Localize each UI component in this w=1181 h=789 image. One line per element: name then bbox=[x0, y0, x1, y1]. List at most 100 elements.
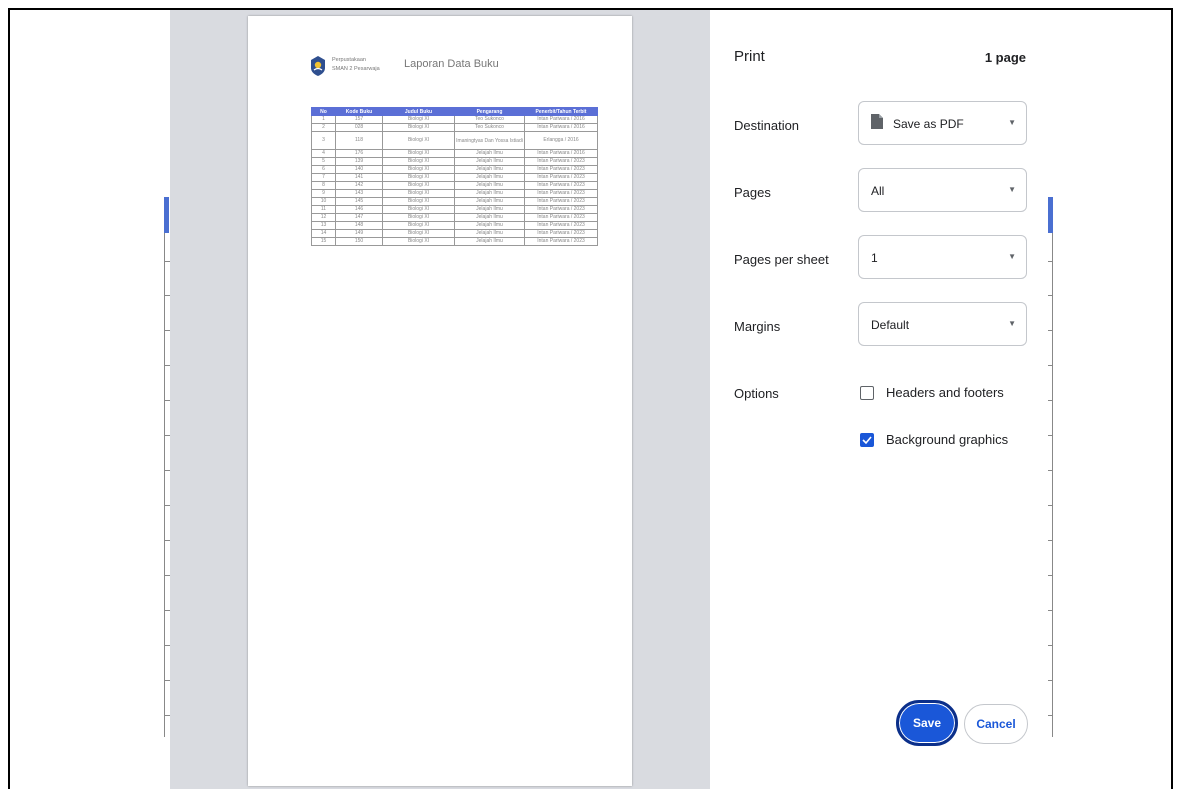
table-cell: 148 bbox=[335, 221, 383, 230]
table-cell: Biologi XI bbox=[382, 237, 455, 246]
table-cell: 3 bbox=[311, 131, 336, 150]
margins-select[interactable]: Default ▼ bbox=[858, 302, 1027, 346]
table-cell: 176 bbox=[335, 149, 383, 158]
pages-label: Pages bbox=[734, 185, 771, 200]
panel-title: Print bbox=[734, 48, 765, 65]
table-cell: 149 bbox=[335, 229, 383, 238]
table-cell: Intan Pariwara / 2016 bbox=[524, 123, 598, 132]
background-app-right-edge bbox=[1046, 197, 1053, 737]
table-cell: 146 bbox=[335, 205, 383, 214]
table-cell: Jelajah Ilmu bbox=[454, 213, 525, 222]
table-cell: Biologi XI bbox=[382, 115, 455, 124]
background-accent-bar bbox=[164, 197, 169, 233]
pages-select[interactable]: All ▼ bbox=[858, 168, 1027, 212]
table-cell: 9 bbox=[311, 189, 336, 198]
column-header: Pengarang bbox=[454, 107, 525, 116]
save-button[interactable]: Save bbox=[896, 700, 958, 746]
table-cell: 6 bbox=[311, 165, 336, 174]
file-icon bbox=[871, 114, 883, 129]
table-row: 5 139 Biologi XI Jelajah Ilmu Intan Pariwara… bbox=[311, 157, 598, 166]
table-cell: Biologi XI bbox=[382, 189, 455, 198]
table-cell: Biologi XI bbox=[382, 221, 455, 230]
table-cell: Intan Pariwara / 2016 bbox=[524, 115, 598, 124]
table-cell: Intan Pariwara / 2023 bbox=[524, 213, 598, 222]
table-cell: Biologi XI bbox=[382, 173, 455, 182]
table-cell: Teo Sukonco bbox=[454, 123, 525, 132]
table-cell: Biologi XI bbox=[382, 165, 455, 174]
background-graphics-checkbox[interactable] bbox=[860, 433, 874, 447]
table-cell: 8 bbox=[311, 181, 336, 190]
table-cell: Biologi XI bbox=[382, 197, 455, 206]
table-cell: 15 bbox=[311, 237, 336, 246]
pages-per-sheet-value: 1 bbox=[871, 251, 878, 265]
cancel-button[interactable]: Cancel bbox=[964, 704, 1028, 744]
table-row: 14 149 Biologi XI Jelajah Ilmu Intan Pariwar… bbox=[311, 229, 598, 238]
table-cell: Biologi XI bbox=[382, 131, 455, 150]
column-header: No bbox=[311, 107, 336, 116]
table-cell: Intan Pariwara / 2023 bbox=[524, 165, 598, 174]
table-cell: Intan Pariwara / 2023 bbox=[524, 197, 598, 206]
pages-value: All bbox=[871, 184, 885, 198]
school-logo-icon bbox=[311, 56, 325, 76]
table-cell: 118 bbox=[335, 131, 383, 150]
table-cell: 14 bbox=[311, 229, 336, 238]
table-cell: Jelajah Ilmu bbox=[454, 237, 525, 246]
table-cell: Jelajah Ilmu bbox=[454, 173, 525, 182]
table-cell: 150 bbox=[335, 237, 383, 246]
table-cell: 142 bbox=[335, 181, 383, 190]
pages-per-sheet-select[interactable]: 1 ▼ bbox=[858, 235, 1027, 279]
table-cell: 145 bbox=[335, 197, 383, 206]
chevron-down-icon: ▼ bbox=[1008, 118, 1016, 127]
table-cell: 2 bbox=[311, 123, 336, 132]
table-cell: Biologi XI bbox=[382, 181, 455, 190]
table-row: 15 150 Biologi XI Jelajah Ilmu Intan Pariwar… bbox=[311, 237, 598, 246]
headers-footers-checkbox[interactable] bbox=[860, 386, 874, 400]
destination-select[interactable]: Save as PDF ▼ bbox=[858, 101, 1027, 145]
table-row: 2 028 Biologi XI Teo Sukonco Intan Pariwara … bbox=[311, 123, 598, 132]
table-cell: Jelajah Ilmu bbox=[454, 229, 525, 238]
checkmark-icon bbox=[862, 436, 872, 445]
destination-label: Destination bbox=[734, 118, 800, 133]
column-header: Penerbit/Tahun Terbit bbox=[524, 107, 598, 116]
chevron-down-icon: ▼ bbox=[1008, 319, 1016, 328]
table-cell: Jelajah Ilmu bbox=[454, 181, 525, 190]
options-label: Options bbox=[734, 386, 779, 401]
table-cell: Biologi XI bbox=[382, 213, 455, 222]
table-cell: Erlangga / 2016 bbox=[524, 131, 598, 150]
table-cell: 139 bbox=[335, 157, 383, 166]
table-row: 9 143 Biologi XI Jelajah Ilmu Intan Pariwara… bbox=[311, 189, 598, 198]
background-graphics-label[interactable]: Background graphics bbox=[886, 432, 1008, 447]
table-cell: Intan Pariwara / 2023 bbox=[524, 221, 598, 230]
document-title: Laporan Data Buku bbox=[404, 58, 499, 70]
table-row: 3 118 Biologi XI Imaningtyas Dan Yossa Isti… bbox=[311, 131, 598, 150]
background-app-left-edge bbox=[164, 197, 171, 737]
table-cell: Biologi XI bbox=[382, 123, 455, 132]
table-cell: 140 bbox=[335, 165, 383, 174]
table-cell: Jelajah Ilmu bbox=[454, 205, 525, 214]
table-row: 4 176 Biologi XI Jelajah Ilmu Intan Pariwara… bbox=[311, 149, 598, 158]
table-cell: 13 bbox=[311, 221, 336, 230]
table-cell: Intan Pariwara / 2023 bbox=[524, 157, 598, 166]
table-cell: Jelajah Ilmu bbox=[454, 189, 525, 198]
document-header: Perpustakaan SMAN 2 Pesarwaja Laporan Da… bbox=[310, 54, 590, 84]
print-preview[interactable]: Perpustakaan SMAN 2 Pesarwaja Laporan Da… bbox=[170, 10, 710, 789]
table-row: 10 145 Biologi XI Jelajah Ilmu Intan Pariwar… bbox=[311, 197, 598, 206]
chevron-down-icon: ▼ bbox=[1008, 252, 1016, 261]
table-row: 13 148 Biologi XI Jelajah Ilmu Intan Pariwar… bbox=[311, 221, 598, 230]
table-row: 8 142 Biologi XI Jelajah Ilmu Intan Pariwara… bbox=[311, 181, 598, 190]
table-cell: Jelajah Ilmu bbox=[454, 221, 525, 230]
table-cell: Intan Pariwara / 2023 bbox=[524, 237, 598, 246]
table-cell: Biologi XI bbox=[382, 149, 455, 158]
background-accent-bar bbox=[1048, 197, 1053, 233]
book-data-table: No Kode Buku Judul Buku Pengarang Penerb… bbox=[311, 107, 598, 246]
table-cell: Intan Pariwara / 2016 bbox=[524, 149, 598, 158]
table-cell: 1 bbox=[311, 115, 336, 124]
headers-footers-label[interactable]: Headers and footers bbox=[886, 385, 1004, 400]
print-settings-panel: Print 1 page Destination Save as PDF ▼ P… bbox=[710, 10, 1048, 789]
table-cell: Intan Pariwara / 2023 bbox=[524, 229, 598, 238]
table-cell: 4 bbox=[311, 149, 336, 158]
table-row: 11 146 Biologi XI Jelajah Ilmu Intan Pariwar… bbox=[311, 205, 598, 214]
table-cell: 12 bbox=[311, 213, 336, 222]
table-cell: Biologi XI bbox=[382, 205, 455, 214]
table-cell: Jelajah Ilmu bbox=[454, 165, 525, 174]
